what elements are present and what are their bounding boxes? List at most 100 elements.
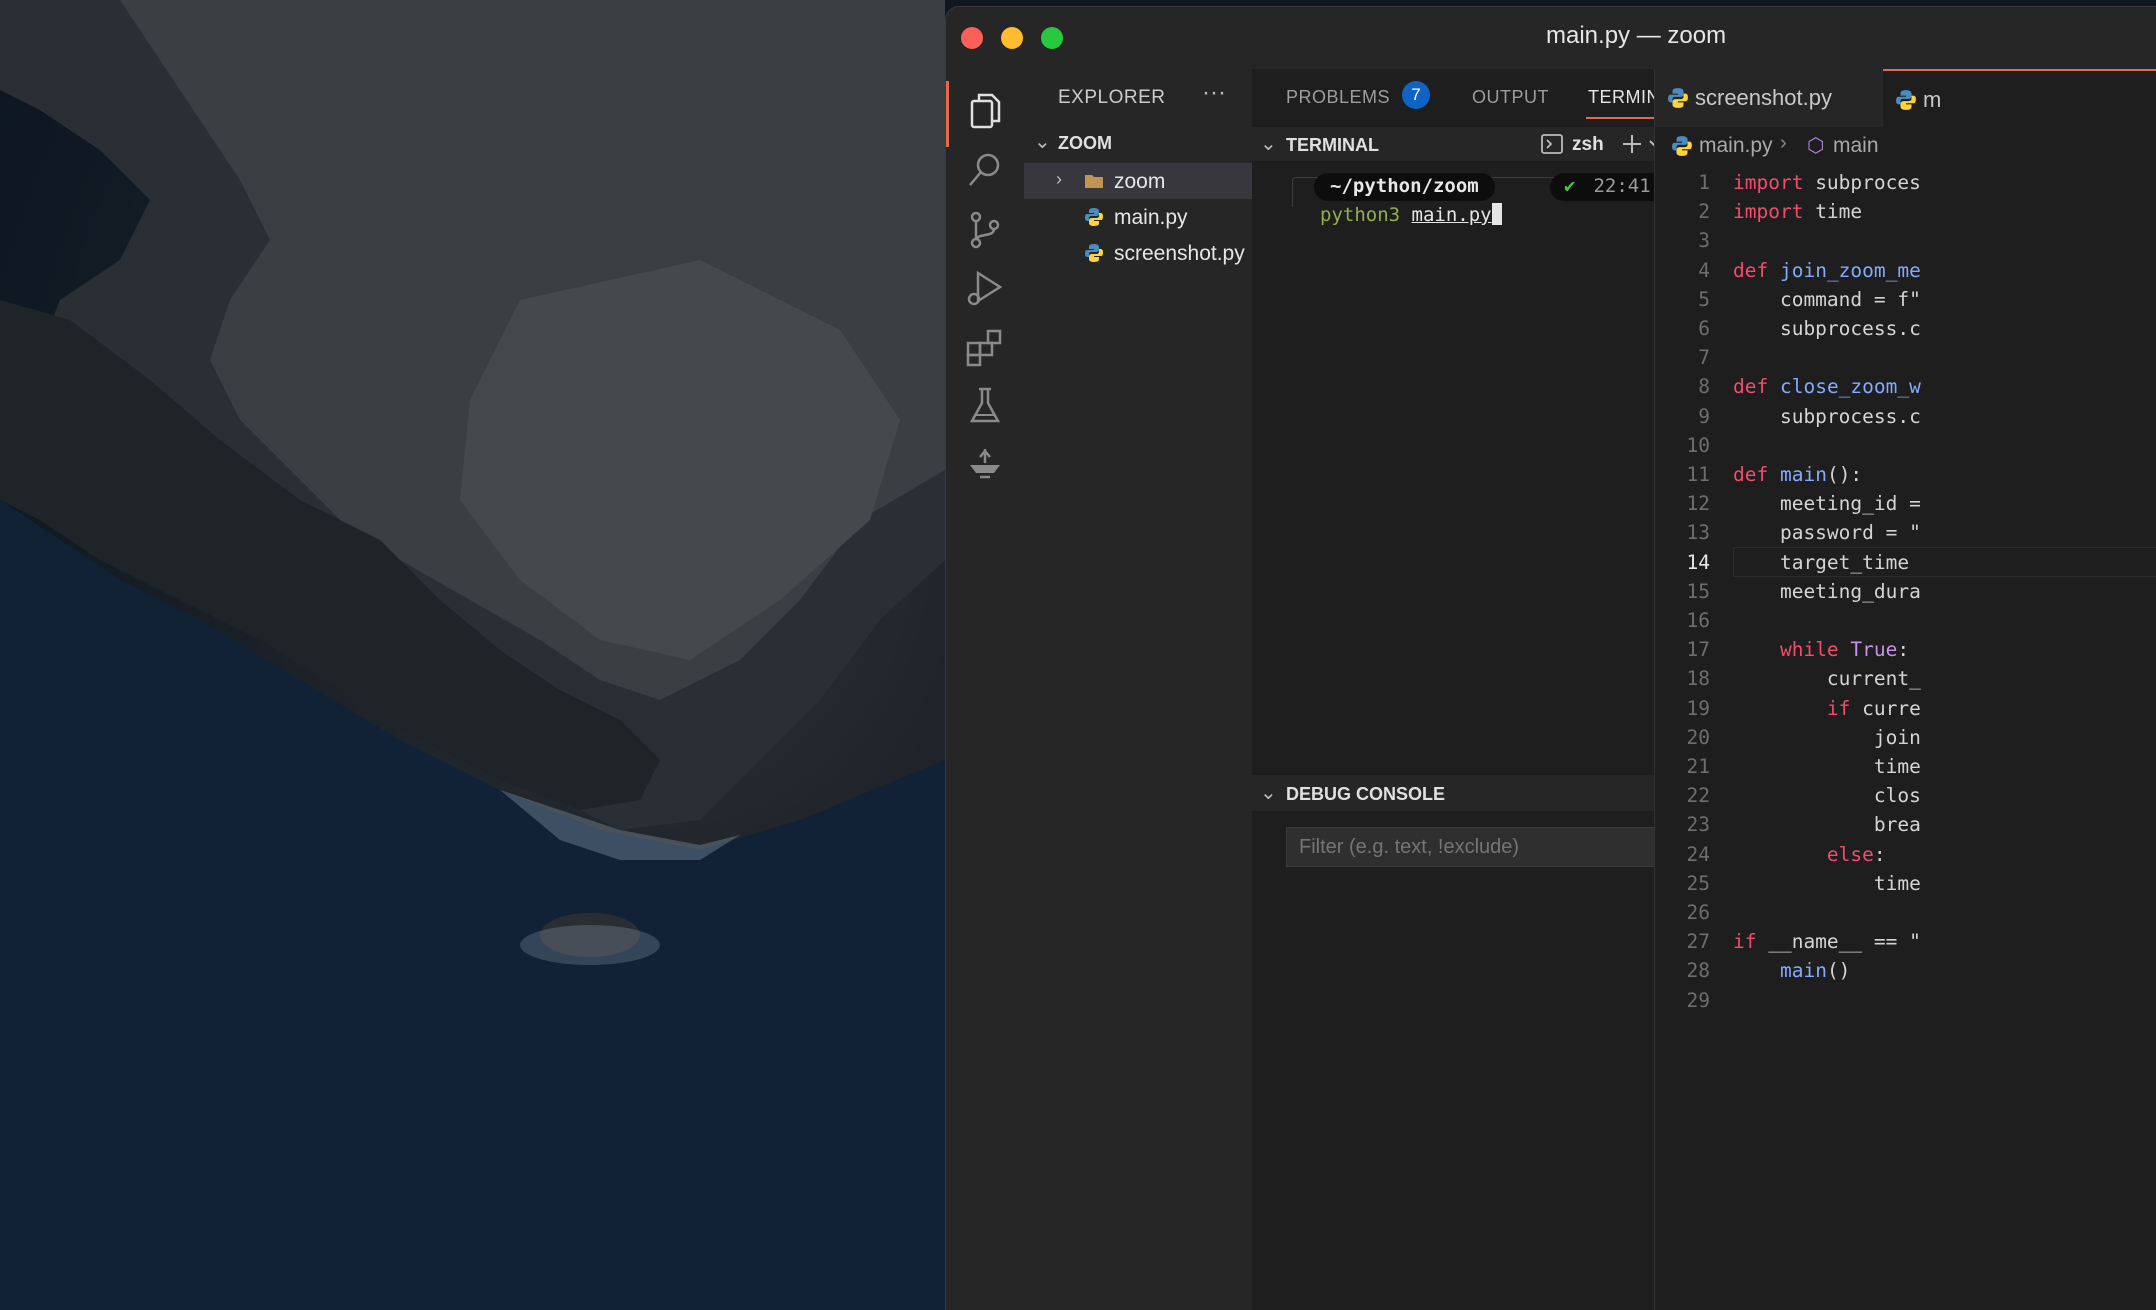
tab-problems[interactable]: PROBLEMS [1286,87,1390,108]
code-line[interactable]: 4 def join_zoom_me [1655,255,2156,285]
desktop-wallpaper [0,0,945,1310]
chevron-down-icon: ⌄ [1260,133,1277,155]
code-line[interactable]: 14 target_time [1655,546,2156,577]
editor-tab-main-py[interactable]: m [1883,69,2156,127]
code-line[interactable]: 17 while True: [1655,634,2156,664]
code-line[interactable]: 9 subprocess.c [1655,401,2156,431]
line-text: join [1733,725,1921,749]
bottom-panel: PROBLEMS 7 OUTPUT TERMINAL › ✕ ⌄ TERMINA… [1252,69,1790,1310]
tab-output[interactable]: OUTPUT [1472,87,1549,108]
line-number: 6 [1698,317,1710,340]
code-line[interactable]: 29 [1655,985,2156,1015]
explorer-more-actions-button[interactable]: ··· [1202,79,1226,107]
code-line[interactable]: 27 if __name__ == " [1655,926,2156,956]
editor-tab-label: screenshot.py [1695,85,1832,110]
python-file-icon [1672,136,1692,156]
code-line[interactable]: 25 time [1655,868,2156,898]
debug-console-title: DEBUG CONSOLE [1286,784,1446,804]
line-number: 17 [1686,638,1710,662]
line-number: 22 [1686,784,1710,808]
explorer-title: EXPLORER [1058,87,1166,108]
zoom-window-button[interactable] [1041,27,1063,49]
terminal-section-header[interactable]: ⌄ TERMINAL zsh ··· [1252,127,1752,161]
line-number: 27 [1686,930,1710,954]
line-text: def close_zoom_w [1733,375,1921,399]
line-text: brea [1733,813,1921,837]
line-text: while True: [1779,638,1910,662]
minimize-window-button[interactable] [1001,27,1023,49]
code-line[interactable]: 3 [1655,225,2156,255]
close-window-button[interactable] [961,27,983,49]
title-bar: main.py — zoom [946,7,2156,69]
line-number: 15 [1686,579,1710,603]
code-line[interactable]: 10 [1655,430,2156,460]
breadcrumb: main.py › ⬡ main [1655,127,2156,163]
breadcrumb-symbol[interactable]: main [1833,134,1879,158]
code-line[interactable]: 13 password = " [1655,517,2156,547]
line-number: 7 [1698,346,1710,370]
line-text: password = " [1733,521,1921,545]
run-debug-icon[interactable] [962,265,1008,311]
chevron-right-icon: › [1780,132,1787,154]
line-text: meeting_id = [1733,492,1921,516]
editor-tab-screenshot-py[interactable]: screenshot.py [1655,69,1875,127]
code-line[interactable]: 24 else: [1655,839,2156,869]
code-line[interactable]: 21 time [1655,751,2156,781]
code-line[interactable]: 26 [1655,897,2156,927]
line-number: 23 [1686,813,1710,837]
line-number: 18 [1686,667,1710,691]
line-number: 26 [1686,901,1710,924]
code-line[interactable]: 12 meeting_id = [1655,488,2156,518]
command-argument: main.py [1411,204,1492,226]
code-line[interactable]: 6 subprocess.c [1655,313,2156,343]
breadcrumb-file[interactable]: main.py [1699,134,1773,158]
line-text: subprocess.c [1733,317,1921,340]
chevron-down-icon: ⌄ [1034,131,1051,153]
code-line[interactable]: 23 brea [1655,809,2156,839]
extensions-icon[interactable] [962,325,1008,371]
source-control-icon[interactable] [962,207,1008,253]
line-text: if curre [1826,696,1921,720]
code-line[interactable]: 5 command = f" [1655,284,2156,314]
code-line[interactable]: 2 import time [1655,196,2156,226]
line-text: clos [1733,784,1921,808]
tree-item-label: zoom [1114,170,1166,193]
terminal-output[interactable]: ~/python/zoom ✔ 22:41:15 python3 main.py [1252,161,1790,801]
explorer-icon[interactable] [962,89,1008,135]
line-number: 2 [1698,200,1710,224]
code-line[interactable]: 7 [1655,342,2156,372]
code-line[interactable]: 15 meeting_dura [1655,576,2156,606]
line-number: 28 [1686,959,1710,983]
code-line[interactable]: 19 if curre [1655,693,2156,723]
activity-bar [946,69,1024,1310]
workspace-section-header[interactable]: ⌄ ZOOM [1024,127,1252,159]
line-text: if __name__ == " [1733,930,1921,954]
editor-tabs: screenshot.py m [1655,69,2156,127]
plus-icon[interactable] [1620,132,1644,156]
code-line[interactable]: 28 main() [1655,955,2156,985]
code-line[interactable]: 16 [1655,605,2156,635]
line-number: 9 [1698,404,1710,428]
code-line[interactable]: 1 import subproces [1655,167,2156,197]
line-text: meeting_dura [1733,579,1921,603]
search-icon[interactable] [962,147,1008,193]
line-number: 16 [1686,609,1710,632]
code-line[interactable]: 22 clos [1655,780,2156,810]
tree-file-main-py[interactable]: main.py [1024,199,1252,235]
tree-file-screenshot-py[interactable]: screenshot.py [1024,235,1252,271]
line-text: subprocess.c [1733,404,1921,428]
line-number: 25 [1686,871,1710,895]
remote-icon[interactable] [962,441,1008,487]
command-line[interactable]: python3 main.py [1320,203,1502,226]
line-number: 5 [1698,287,1710,311]
code-line[interactable]: 20 join [1655,722,2156,752]
problems-count-badge: 7 [1402,81,1430,109]
code-line[interactable]: 8 def close_zoom_w [1655,371,2156,401]
activity-active-indicator [946,81,949,147]
window-title: main.py — zoom [1546,22,1727,49]
debug-console-header[interactable]: ⌄ DEBUG CONSOLE [1252,775,1657,811]
code-line[interactable]: 18 current_ [1655,663,2156,693]
tree-folder-zoom[interactable]: › zoom [1024,163,1252,199]
testing-icon[interactable] [962,383,1008,429]
code-line[interactable]: 11 def main(): [1655,459,2156,489]
